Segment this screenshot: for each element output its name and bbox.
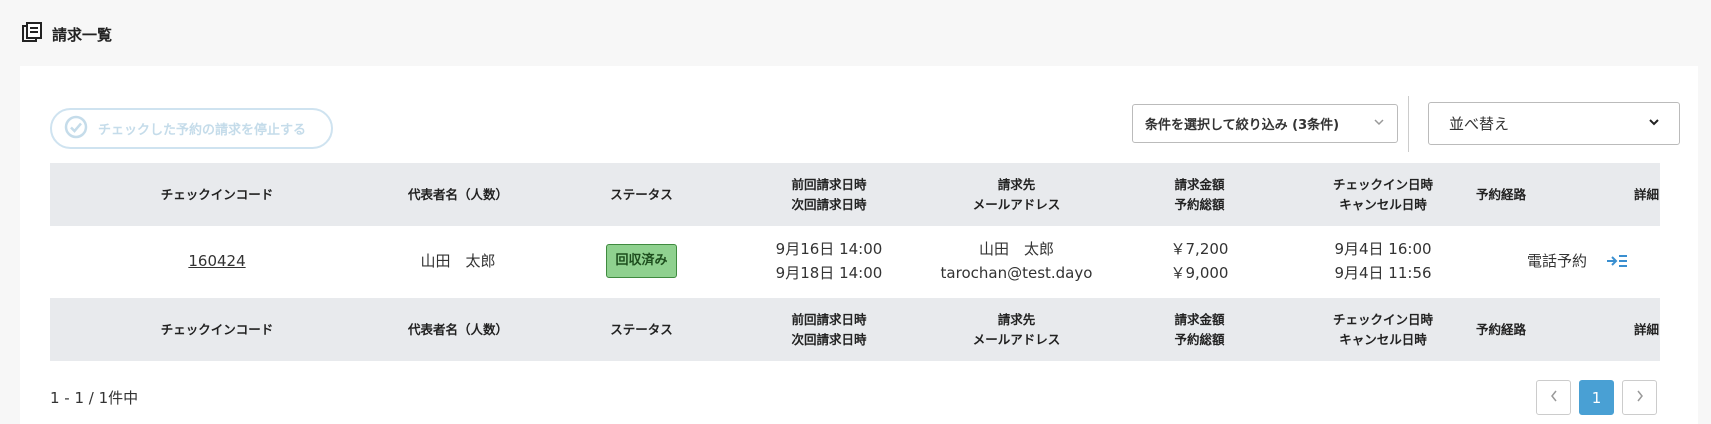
footer-header-amounts: 請求金額 予約総額 — [1174, 311, 1225, 347]
list-book-icon — [22, 22, 42, 46]
next-page-button[interactable] — [1622, 380, 1657, 415]
stop-billing-label: チェックした予約の請求を停止する — [98, 123, 307, 138]
table-footer-header: チェックインコード 代表者名（人数） ステータス 前回請求日時 次回請求日時 請求… — [50, 298, 1660, 361]
filter-label: 条件を選択して絞り込み (3条件) — [1145, 118, 1340, 133]
sort-select[interactable]: 並べ替え — [1428, 102, 1680, 145]
filter-button[interactable]: 条件を選択して絞り込み (3条件) — [1132, 104, 1398, 143]
table-header: チェックインコード 代表者名（人数） ステータス 前回請求日時 次回請求日時 請求… — [50, 163, 1660, 226]
page-title: 請求一覧 — [52, 25, 113, 44]
header-route: 予約経路 詳細 — [1475, 186, 1660, 202]
table-row: 160424 山田 太郎 回収済み 9月16日 14:00 9月18日 14:00… — [50, 226, 1660, 296]
pagination: 1 — [1536, 380, 1657, 415]
representative-cell: 山田 太郎 — [420, 252, 496, 270]
footer-header-checkin-code: チェックインコード — [160, 321, 274, 337]
footer-header-route: 予約経路 詳細 — [1475, 321, 1660, 337]
page-button-current[interactable]: 1 — [1579, 380, 1614, 415]
check-circle-icon — [64, 115, 88, 143]
billing-target-cell: 山田 太郎 tarochan@test.dayo — [940, 240, 1093, 282]
footer-header-detail: 詳細 — [1634, 321, 1660, 337]
status-badge: 回収済み — [606, 244, 677, 278]
checkin-dates-cell: 9月4日 16:00 9月4日 11:56 — [1334, 240, 1432, 282]
toolbar-divider — [1408, 96, 1409, 152]
prev-page-button[interactable] — [1536, 380, 1571, 415]
chevron-left-icon — [1549, 389, 1559, 407]
status-cell: 回収済み — [550, 244, 733, 278]
sort-label: 並べ替え — [1449, 115, 1510, 133]
header-billing-target: 請求先 メールアドレス — [972, 176, 1061, 212]
footer-header-status: ステータス — [610, 321, 673, 337]
header-checkin-code: チェックインコード — [160, 186, 274, 202]
stop-billing-button[interactable]: チェックした予約の請求を停止する — [50, 108, 333, 149]
header-representative: 代表者名（人数） — [407, 186, 508, 202]
footer-header-billing-target: 請求先 メールアドレス — [972, 311, 1061, 347]
arrow-right-list-icon[interactable] — [1606, 254, 1628, 268]
route-cell: 電話予約 — [1475, 249, 1660, 273]
chevron-right-icon — [1635, 389, 1645, 407]
header-checkin-dates: チェックイン日時 キャンセル日時 — [1332, 176, 1433, 212]
billing-list-card: チェックした予約の請求を停止する 条件を選択して絞り込み (3条件) 並べ替え … — [20, 66, 1698, 424]
footer-header-representative: 代表者名（人数） — [407, 321, 508, 337]
result-count: 1 - 1 / 1件中 — [50, 389, 139, 407]
footer-header-billing-dates: 前回請求日時 次回請求日時 — [791, 311, 867, 347]
header-amounts: 請求金額 予約総額 — [1174, 176, 1225, 212]
page-header: 請求一覧 — [22, 22, 112, 46]
header-detail: 詳細 — [1634, 186, 1660, 202]
checkin-code-link[interactable]: 160424 — [188, 252, 245, 270]
footer-header-checkin-dates: チェックイン日時 キャンセル日時 — [1332, 311, 1433, 347]
header-billing-dates: 前回請求日時 次回請求日時 — [791, 176, 867, 212]
header-status: ステータス — [610, 186, 673, 202]
chevron-down-icon — [1373, 116, 1385, 132]
billing-dates-cell: 9月16日 14:00 9月18日 14:00 — [775, 240, 883, 282]
amounts-cell: ￥7,200 ￥9,000 — [1170, 240, 1229, 282]
chevron-down-icon — [1647, 115, 1661, 133]
